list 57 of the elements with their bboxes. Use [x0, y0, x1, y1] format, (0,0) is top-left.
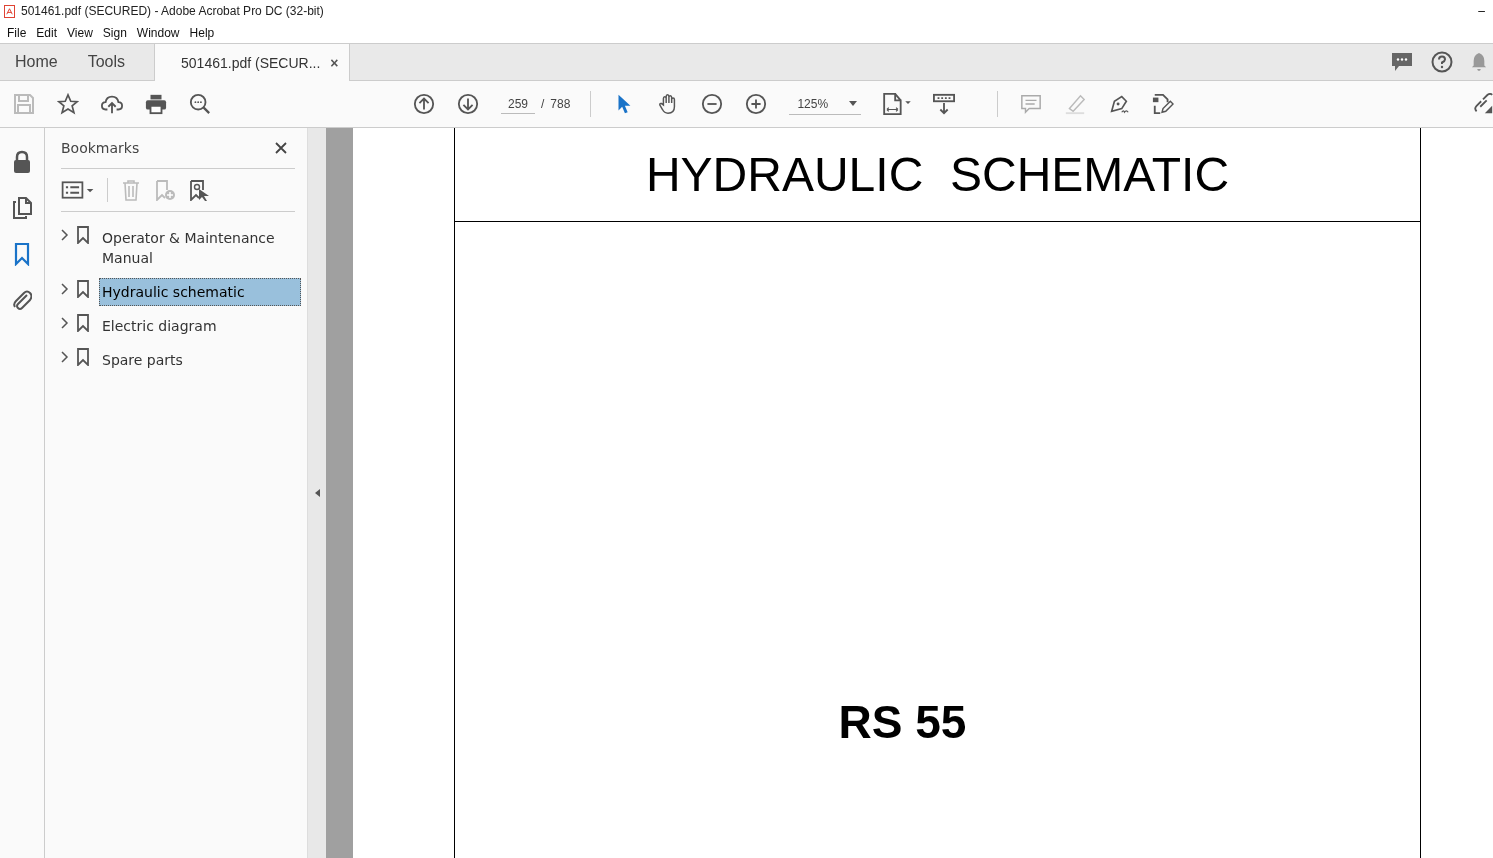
page-separator: / [541, 97, 545, 111]
menu-item[interactable]: File [2, 25, 32, 40]
lock-icon[interactable] [12, 150, 32, 174]
minimize-button[interactable]: – [1470, 4, 1493, 18]
page-fit-icon[interactable] [881, 93, 914, 115]
expand-chevron-icon[interactable] [61, 229, 69, 241]
zoom-dropdown[interactable]: 125% [789, 93, 862, 115]
zoom-out-icon[interactable] [701, 93, 724, 115]
pdf-file-icon [4, 4, 15, 18]
zoom-in-icon[interactable] [745, 93, 768, 115]
next-page-icon[interactable] [457, 93, 479, 115]
expand-chevron-icon[interactable] [61, 283, 69, 295]
search-icon[interactable] [189, 93, 211, 115]
menu-item[interactable]: Sign [97, 25, 132, 40]
pages-icon[interactable] [12, 196, 32, 220]
collapse-arrow-icon[interactable] [314, 489, 320, 497]
document-heading: HYDRAULIC SCHEMATIC [645, 147, 1230, 202]
panel-title: Bookmarks [61, 140, 140, 156]
pen-sign-icon[interactable] [1108, 93, 1131, 115]
comment-icon[interactable] [1391, 51, 1413, 73]
nav-tab[interactable]: Home [0, 44, 73, 80]
expand-chevron-icon[interactable] [61, 351, 69, 363]
menu-item[interactable]: Help [184, 25, 220, 40]
nav-tab[interactable]: Tools [72, 44, 141, 80]
bookmark-item[interactable]: Operator & Maintenance Manual [99, 224, 301, 272]
bookmark-icon[interactable] [12, 242, 32, 266]
bookmark-icon [77, 348, 89, 366]
menu-item[interactable]: Window [131, 25, 185, 40]
close-icon[interactable] [275, 142, 287, 154]
bookmark-icon [77, 226, 89, 244]
cloud-upload-icon[interactable] [101, 93, 123, 115]
document-tab[interactable]: 501461.pdf (SECUR... × [154, 44, 350, 81]
bookmark-icon [77, 280, 89, 298]
page-number-field[interactable]: 259 [501, 94, 535, 114]
bookmark-item[interactable]: Electric diagram [99, 312, 301, 340]
close-tab-button[interactable]: × [328, 54, 341, 71]
keyboard-download-icon[interactable] [933, 93, 956, 115]
model-name: RS 55 [838, 695, 967, 749]
paperclip-icon[interactable] [12, 288, 32, 312]
previous-page-icon[interactable] [413, 93, 435, 115]
menu-item[interactable]: View [62, 25, 98, 40]
bookmark-cursor-icon[interactable] [188, 179, 210, 201]
bookmark-item[interactable]: Spare parts [99, 346, 301, 374]
star-icon[interactable] [57, 93, 79, 115]
edit-document-icon[interactable] [1152, 93, 1175, 115]
options-icon[interactable] [61, 179, 95, 201]
caret-icon [849, 101, 858, 106]
page-total: 788 [550, 97, 571, 111]
help-icon[interactable] [1431, 51, 1453, 73]
bookmark-icon [77, 314, 89, 332]
print-icon[interactable] [145, 93, 167, 115]
window-title: 501461.pdf (SECURED) - Adobe Acrobat Pro DC (32-bit) [21, 4, 325, 18]
link-icon[interactable] [1473, 93, 1493, 115]
bookmark-item[interactable]: Hydraulic schematic [99, 278, 301, 306]
tab-label: 501461.pdf (SECUR... [181, 54, 321, 71]
expand-chevron-icon[interactable] [61, 317, 69, 329]
menu-item[interactable]: Edit [31, 25, 63, 40]
